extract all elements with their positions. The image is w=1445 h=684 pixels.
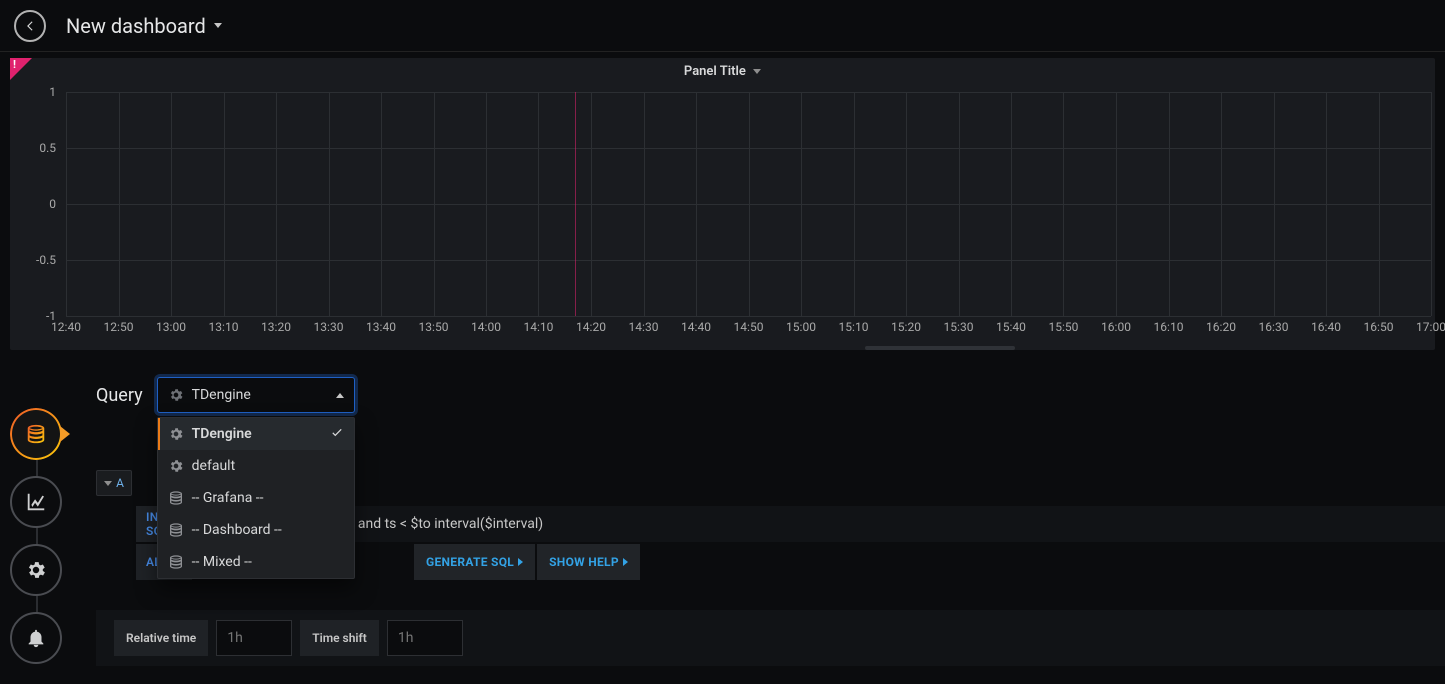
editor-header: New dashboard [0, 0, 1445, 52]
datasource-option[interactable]: TDengine [158, 418, 354, 450]
query-row-letter: A [116, 476, 124, 490]
datasource-selected-label: TDengine [192, 387, 336, 403]
gear-icon [25, 559, 47, 581]
chart-area: -1-0.500.51 12:4012:5013:0013:1013:2013:… [18, 88, 1431, 340]
database-icon [168, 490, 184, 506]
chevron-down-icon [753, 69, 761, 74]
datasource-option-label: TDengine [192, 426, 252, 442]
now-marker [575, 92, 576, 316]
plot-area[interactable] [66, 92, 1431, 316]
y-tick: 0.5 [39, 141, 56, 155]
x-tick: 14:00 [471, 320, 501, 334]
back-button[interactable] [14, 10, 46, 42]
chevron-down-icon [104, 481, 112, 486]
dashboard-title: New dashboard [66, 14, 206, 38]
query-editor: Query TDengine TDengine default -- Grafana… [96, 368, 1445, 684]
x-axis: 12:4012:5013:0013:1013:2013:3013:4013:50… [66, 320, 1431, 340]
datasource-option[interactable]: default [158, 450, 354, 482]
x-tick: 15:20 [891, 320, 921, 334]
generate-sql-button[interactable]: GENERATE SQL [414, 544, 535, 580]
x-tick: 13:20 [261, 320, 291, 334]
x-tick: 16:50 [1364, 320, 1394, 334]
x-tick: 15:40 [996, 320, 1026, 334]
x-tick: 12:50 [104, 320, 134, 334]
chevron-down-icon [214, 23, 222, 28]
show-help-button[interactable]: SHOW HELP [537, 544, 640, 580]
database-icon [168, 554, 184, 570]
database-icon [168, 522, 184, 538]
chart-icon [25, 491, 47, 513]
datasource-select[interactable]: TDengine [157, 377, 355, 413]
bell-icon [25, 627, 47, 649]
cog-icon [168, 387, 184, 403]
datasource-option-label: -- Grafana -- [192, 490, 264, 506]
dashboard-title-dropdown[interactable]: New dashboard [66, 14, 222, 38]
time-shift-label: Time shift [300, 620, 379, 656]
x-tick: 16:00 [1101, 320, 1131, 334]
drag-handle[interactable] [865, 346, 1015, 350]
y-tick: 1 [49, 85, 56, 99]
y-tick: 0 [49, 197, 56, 211]
x-tick: 16:30 [1259, 320, 1289, 334]
panel-error-indicator[interactable] [10, 58, 32, 80]
chevron-right-icon [623, 558, 628, 566]
tab-queries[interactable] [10, 408, 62, 460]
x-tick: 14:30 [629, 320, 659, 334]
chevron-right-icon [518, 558, 523, 566]
datasource-dropdown-menu: TDengine default -- Grafana -- -- Dashboard… [157, 417, 355, 579]
query-row-toggle[interactable]: A [96, 470, 132, 496]
x-tick: 15:30 [944, 320, 974, 334]
x-tick: 14:20 [576, 320, 606, 334]
x-tick: 13:40 [366, 320, 396, 334]
datasource-option-label: -- Dashboard -- [192, 522, 282, 538]
x-tick: 16:40 [1311, 320, 1341, 334]
database-icon [25, 423, 47, 445]
editor-tab-rail [10, 408, 64, 680]
x-tick: 13:50 [419, 320, 449, 334]
y-tick: -0.5 [36, 253, 56, 267]
x-tick: 16:20 [1206, 320, 1236, 334]
x-tick: 14:40 [681, 320, 711, 334]
cog-icon [168, 426, 184, 442]
query-options: Relative time Time shift [96, 610, 1445, 666]
x-tick: 13:10 [209, 320, 239, 334]
datasource-option[interactable]: -- Grafana -- [158, 482, 354, 514]
chevron-up-icon [336, 393, 344, 398]
query-section-label: Query [96, 385, 143, 406]
relative-time-label: Relative time [114, 620, 208, 656]
time-shift-input[interactable] [387, 620, 463, 656]
x-tick: 13:00 [156, 320, 186, 334]
sql-input[interactable]: tem) from log.dn where ts >= $from and t… [192, 506, 1445, 542]
check-icon [330, 425, 344, 443]
x-tick: 14:50 [734, 320, 764, 334]
panel-title-dropdown[interactable]: Panel Title [10, 58, 1435, 79]
arrow-left-icon [23, 19, 37, 33]
cog-icon [168, 458, 184, 474]
datasource-option[interactable]: -- Dashboard -- [158, 514, 354, 546]
datasource-option[interactable]: -- Mixed -- [158, 546, 354, 578]
tab-visualization[interactable] [10, 476, 62, 528]
x-tick: 13:30 [314, 320, 344, 334]
x-tick: 15:50 [1049, 320, 1079, 334]
tab-general[interactable] [10, 544, 62, 596]
x-tick: 12:40 [51, 320, 81, 334]
x-tick: 15:00 [786, 320, 816, 334]
x-tick: 14:10 [524, 320, 554, 334]
graph-panel: Panel Title -1-0.500.51 12:4012:5013:001… [10, 58, 1435, 350]
datasource-option-label: default [192, 458, 236, 474]
x-tick: 17:00 [1416, 320, 1445, 334]
datasource-option-label: -- Mixed -- [192, 554, 252, 570]
tab-alert[interactable] [10, 612, 62, 664]
panel-title: Panel Title [684, 64, 746, 79]
x-tick: 16:10 [1154, 320, 1184, 334]
x-tick: 15:10 [839, 320, 869, 334]
y-axis: -1-0.500.51 [18, 92, 62, 316]
relative-time-input[interactable] [216, 620, 292, 656]
